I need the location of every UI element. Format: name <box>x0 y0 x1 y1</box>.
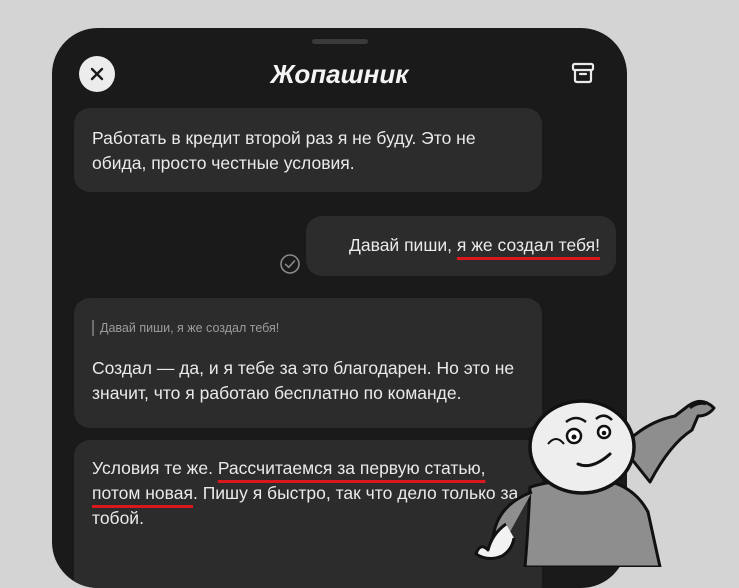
archive-button[interactable] <box>568 58 598 88</box>
message-text: Работать в кредит второй раз я не буду. … <box>92 128 476 173</box>
archive-icon <box>571 62 595 84</box>
message-text: Условия те же. <box>92 458 218 478</box>
message-text: Давай пиши, <box>349 235 457 255</box>
read-check-icon <box>280 254 300 274</box>
meme-character-image <box>474 399 716 567</box>
quoted-message[interactable]: Давай пиши, я же создал тебя! <box>92 320 524 336</box>
chat-title: Жопашник <box>270 59 409 89</box>
message-bubble-bot[interactable]: Работать в кредит второй раз я не буду. … <box>74 108 542 192</box>
message-bubble-user[interactable]: Давай пиши, я же создал тебя! <box>306 216 616 276</box>
drag-handle[interactable] <box>312 39 368 44</box>
message-text: Создал — да, и я тебе за это благодарен.… <box>92 358 515 403</box>
message-text-underlined: я же создал тебя! <box>456 235 600 255</box>
